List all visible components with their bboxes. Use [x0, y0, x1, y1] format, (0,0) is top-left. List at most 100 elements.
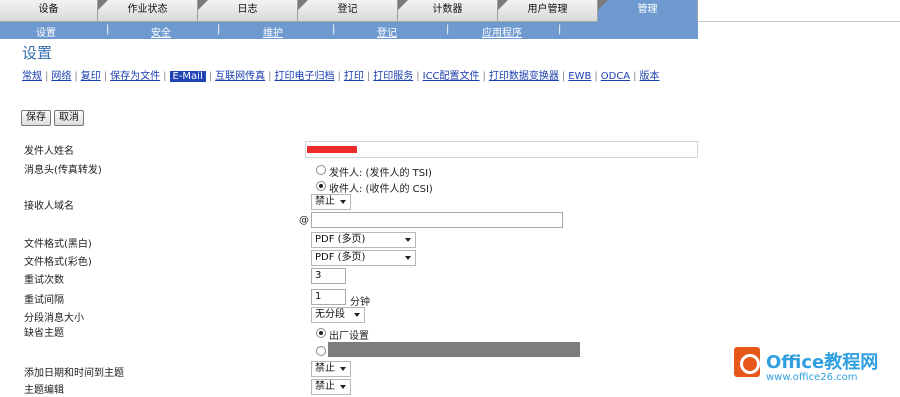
- settings-category-links: 常规 | 网络 | 复印 | 保存为文件 | E-Mail | 互联网传真 | 打印电子归档 | 打印 | 打印…: [22, 67, 660, 82]
- file-format-bw-select[interactable]: PDF (多页): [311, 232, 416, 248]
- tab-notch: [398, 0, 408, 10]
- link-separator: |: [74, 71, 78, 82]
- select-value: PDF (多页): [315, 252, 366, 263]
- subject-edit-select[interactable]: 禁止: [311, 379, 351, 395]
- retry-interval-label: 重试间隔: [24, 295, 64, 306]
- chevron-down-icon: [405, 256, 411, 260]
- save-button[interactable]: 保存: [21, 110, 51, 126]
- tab-label: 用户管理: [527, 4, 568, 15]
- split-message-size-select[interactable]: 无分段: [311, 307, 365, 323]
- link-separator: |: [45, 71, 49, 82]
- link-separator: |: [208, 71, 213, 82]
- radio-subject-factory-label: 出厂设置: [329, 331, 369, 342]
- link-print-e-archive[interactable]: 打印电子归档: [275, 71, 335, 82]
- link-save-as-file[interactable]: 保存为文件: [110, 71, 160, 82]
- tab-registration[interactable]: 登记: [298, 0, 398, 22]
- link-odca[interactable]: ODCA: [601, 71, 630, 82]
- link-general[interactable]: 常规: [22, 71, 42, 82]
- select-value: 禁止: [315, 363, 335, 374]
- select-value: PDF (多页): [315, 234, 366, 245]
- tab-user-management[interactable]: 用户管理: [498, 0, 598, 22]
- add-datetime-subject-label: 添加日期和时间到主题: [24, 368, 124, 379]
- link-separator: |: [482, 71, 486, 82]
- select-value: 禁止: [315, 381, 335, 392]
- link-separator: |: [103, 71, 108, 82]
- subnav-separator: |: [446, 24, 450, 35]
- subnav-separator: |: [558, 24, 562, 35]
- tab-label: 作业状态: [127, 4, 168, 15]
- link-separator: |: [633, 71, 637, 82]
- add-datetime-subject-select[interactable]: 禁止: [311, 361, 351, 377]
- link-copy[interactable]: 复印: [81, 71, 101, 82]
- radio-subject-factory[interactable]: [316, 328, 326, 338]
- message-header-label: 消息头(传真转发): [24, 165, 102, 176]
- link-email-current[interactable]: E-Mail: [169, 71, 206, 82]
- chevron-down-icon: [405, 238, 411, 242]
- link-separator: |: [366, 71, 371, 82]
- subnav-filler: [698, 22, 900, 39]
- link-print[interactable]: 打印: [344, 71, 364, 82]
- subnav-link-maintenance[interactable]: 维护: [263, 24, 283, 39]
- subnav-separator: |: [217, 24, 221, 35]
- link-print-data-converter[interactable]: 打印数据变换器: [489, 71, 559, 82]
- link-print-service[interactable]: 打印服务: [373, 71, 413, 82]
- tab-label: 计数器: [432, 4, 463, 15]
- recipient-domain-input[interactable]: [311, 212, 563, 228]
- sender-name-label: 发件人姓名: [24, 146, 74, 157]
- watermark-url: www.office26.com: [766, 372, 858, 383]
- link-version[interactable]: 版本: [640, 71, 660, 82]
- retry-count-input[interactable]: 3: [311, 268, 346, 284]
- cancel-button[interactable]: 取消: [54, 110, 84, 126]
- tab-label: 管理: [637, 4, 658, 15]
- select-value: 无分段: [315, 309, 345, 320]
- radio-header-recipient[interactable]: [316, 181, 326, 191]
- page-title: 设置: [22, 44, 53, 62]
- link-separator: |: [594, 71, 598, 82]
- file-format-color-select[interactable]: PDF (多页): [311, 250, 416, 266]
- subnav-link-applications[interactable]: 应用程序: [482, 24, 522, 39]
- link-separator: |: [561, 71, 566, 82]
- subnav-link-registration[interactable]: 登记: [377, 24, 397, 39]
- radio-subject-custom[interactable]: [316, 346, 326, 356]
- tab-label: 登记: [337, 4, 358, 15]
- recipient-domain-select[interactable]: 禁止: [311, 194, 351, 210]
- tab-job-status[interactable]: 作业状态: [98, 0, 198, 22]
- subnav-current-settings: 设置: [36, 28, 56, 39]
- chevron-down-icon: [354, 313, 360, 317]
- link-ewb[interactable]: EWB: [568, 71, 591, 82]
- tab-log[interactable]: 日志: [198, 0, 298, 22]
- link-separator: |: [268, 71, 272, 82]
- radio-header-recipient-label: 收件人: (收件人的 CSI): [329, 184, 433, 195]
- retry-interval-input[interactable]: 1: [311, 289, 346, 305]
- redaction-mark: [307, 146, 357, 153]
- recipient-domain-label: 接收人域名: [24, 201, 74, 212]
- tab-notch: [98, 0, 108, 10]
- link-network[interactable]: 网络: [51, 71, 71, 82]
- tab-notch: [198, 0, 208, 10]
- link-separator: |: [416, 71, 420, 82]
- tab-management[interactable]: 管理: [598, 0, 698, 22]
- file-format-color-label: 文件格式(彩色): [24, 257, 92, 268]
- at-sign: @: [299, 215, 309, 226]
- link-internet-fax[interactable]: 互联网传真: [215, 71, 265, 82]
- chevron-down-icon: [340, 385, 346, 389]
- radio-header-sender[interactable]: [316, 165, 326, 175]
- tab-device[interactable]: 设备: [0, 0, 98, 22]
- tab-notch: [598, 0, 608, 10]
- custom-subject-input[interactable]: [328, 342, 580, 357]
- select-value: 禁止: [315, 196, 335, 207]
- tab-label: 日志: [237, 4, 258, 15]
- tab-counter[interactable]: 计数器: [398, 0, 498, 22]
- retry-count-label: 重试次数: [24, 275, 64, 286]
- office-logo-icon: [734, 347, 760, 377]
- link-icc-profile[interactable]: ICC配置文件: [423, 71, 480, 82]
- retry-interval-unit: 分钟: [350, 297, 370, 308]
- subnav-separator: |: [106, 24, 110, 35]
- subnav-link-security[interactable]: 安全: [151, 24, 171, 39]
- sender-name-input[interactable]: [305, 141, 698, 158]
- tab-label: 设备: [38, 4, 59, 15]
- tab-notch: [298, 0, 308, 10]
- tab-notch: [498, 0, 508, 10]
- split-message-size-label: 分段消息大小: [24, 313, 84, 324]
- file-format-bw-label: 文件格式(黑白): [24, 239, 92, 250]
